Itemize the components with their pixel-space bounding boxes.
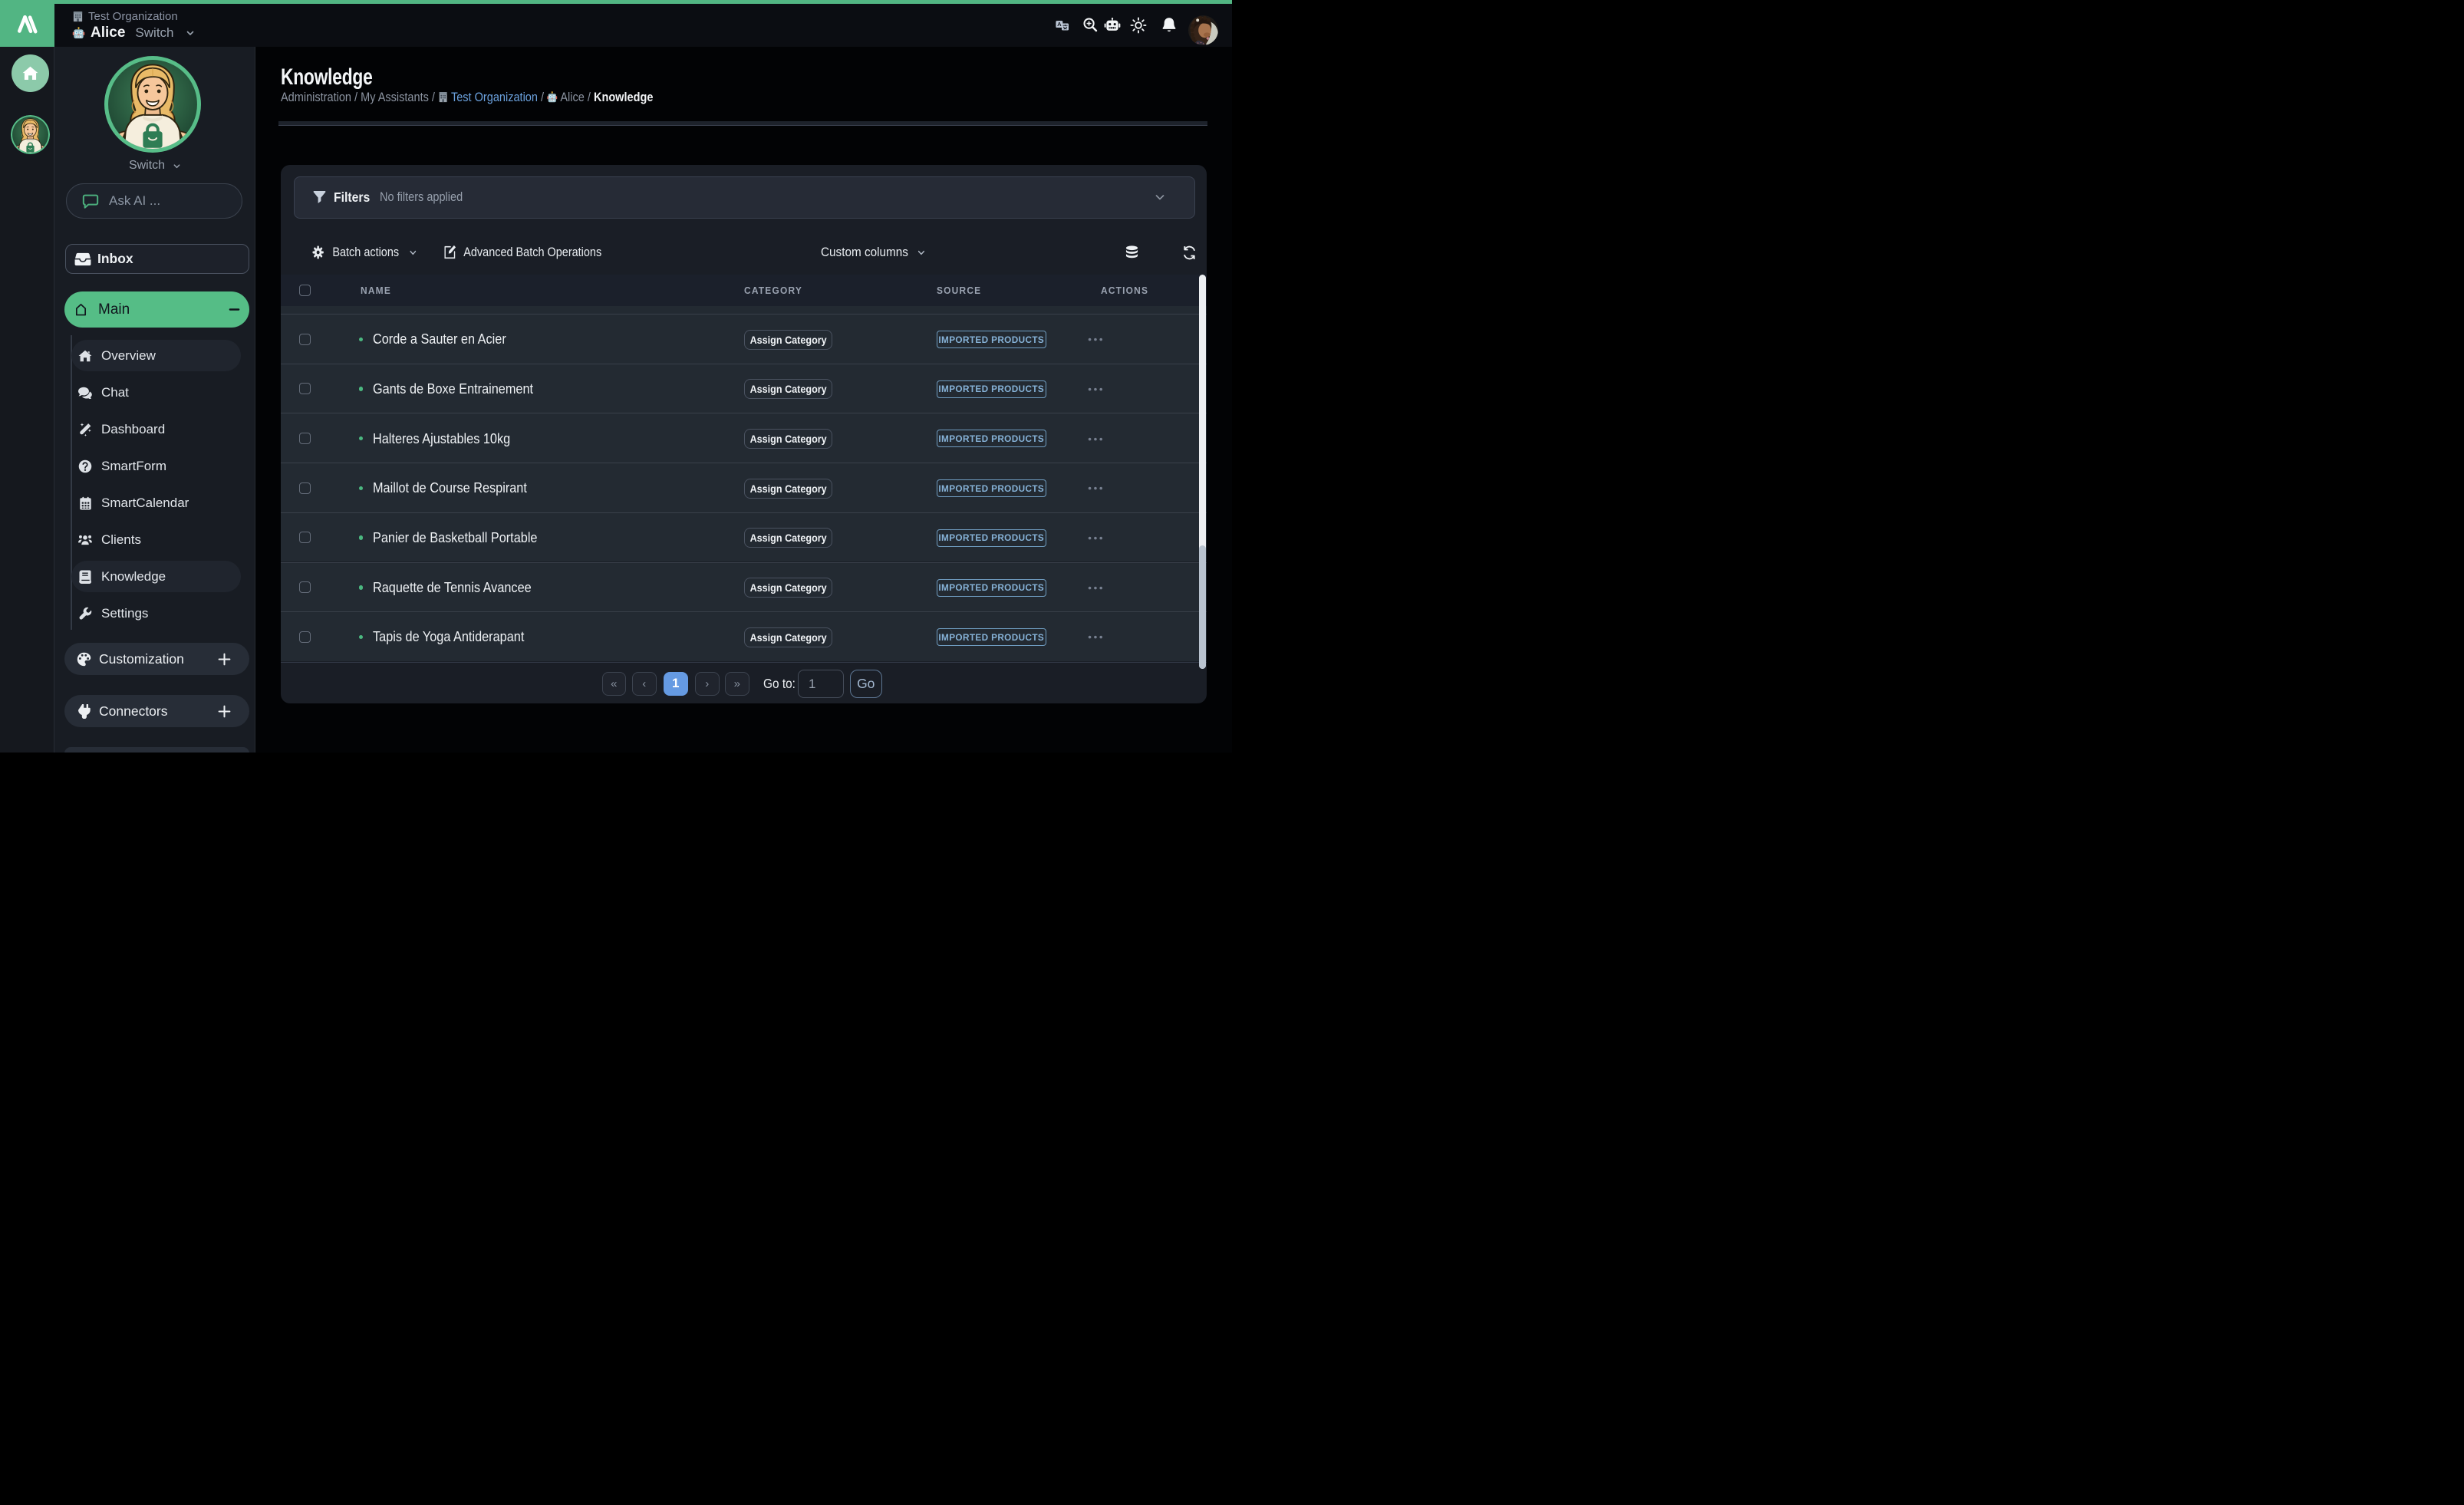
svg-text:A: A	[1057, 21, 1062, 28]
